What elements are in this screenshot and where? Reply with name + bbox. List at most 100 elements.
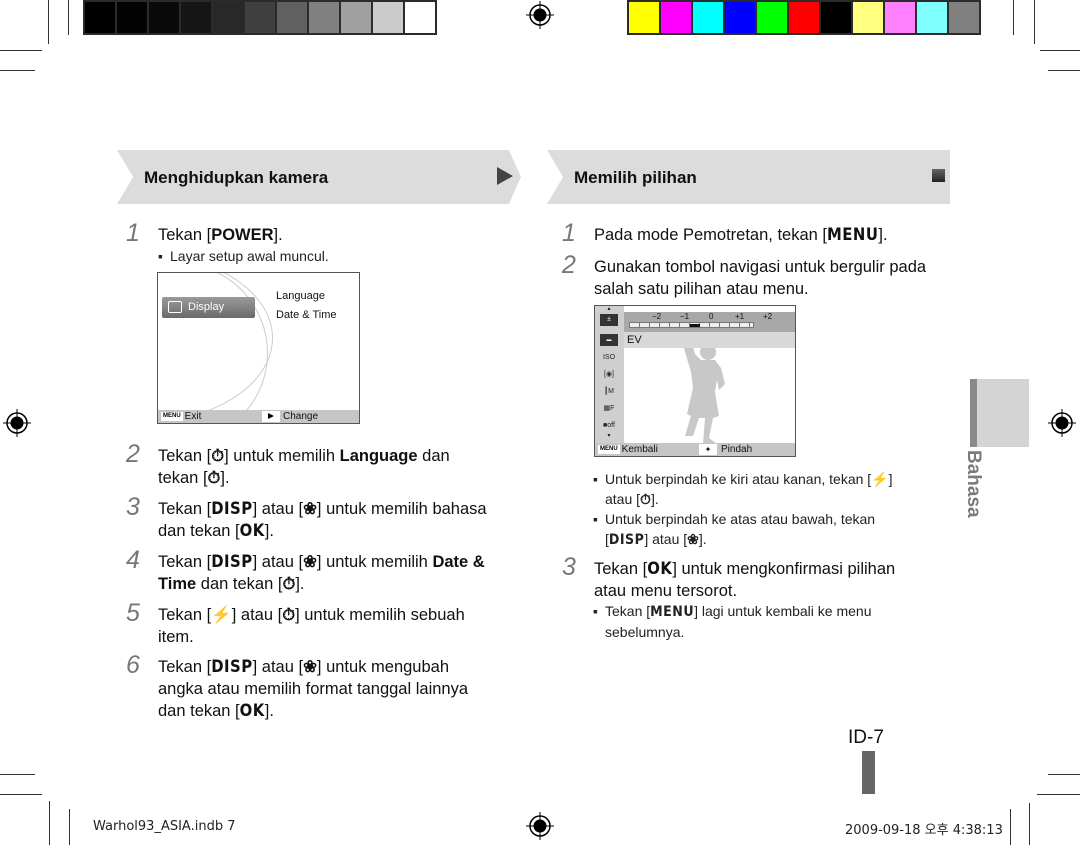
bullet-up-down: ▪ Untuk berpindah ke atas atau bawah, te…: [593, 509, 876, 550]
bullet-left-right: ▪ Untuk berpindah ke kiri atau kanan, te…: [593, 469, 893, 509]
registration-mark-icon: [1048, 409, 1076, 437]
section-header-memilih-pilihan: Memilih pilihan: [547, 150, 950, 204]
ev-icon[interactable]: ±: [600, 314, 618, 326]
step-number: 3: [562, 553, 576, 581]
step-text: Tekan [: [158, 500, 212, 518]
footer-change: Change: [283, 411, 319, 422]
step-number: 1: [126, 219, 140, 247]
self-timer-icon: ⏱: [282, 606, 296, 624]
display-monitor-icon: [168, 301, 182, 313]
crop-mark: [1048, 774, 1080, 775]
note-text: Tekan [: [605, 603, 651, 619]
grayscale-swatch: [405, 2, 435, 33]
self-timer-icon: ⏱: [282, 575, 296, 593]
ok-key: OK: [239, 521, 265, 540]
step-text: Tekan [: [158, 447, 212, 465]
step-text: Tekan [: [158, 606, 212, 624]
tick-label: −2: [652, 312, 662, 321]
page-marker-bar: [862, 751, 875, 794]
macro-flower-icon: ❀: [303, 553, 317, 571]
section-title: Memilih pilihan: [574, 168, 697, 187]
step-text: ] atau [: [252, 553, 304, 571]
note-text: sebelumnya.: [605, 624, 685, 640]
step-text: Tekan [: [158, 658, 212, 676]
ev-slider[interactable]: [629, 322, 754, 328]
ois-off-icon[interactable]: ■off: [600, 420, 618, 432]
footer-back: Kembali: [621, 444, 658, 455]
color-swatch: [757, 2, 787, 33]
color-swatch: [693, 2, 723, 33]
ev-scale-bar: −2 −1 0 +1 +2: [624, 312, 795, 332]
step-text: ] untuk memilih bahasa: [316, 500, 487, 518]
crop-mark: [1029, 803, 1030, 845]
menu-key-icon: MENU: [161, 412, 183, 421]
bullet: ▪: [158, 248, 163, 264]
menu-key: MENU: [826, 225, 879, 244]
crop-mark: [69, 809, 70, 845]
slug-datetime: 2009-09-18 오후 4:38:13: [845, 823, 1003, 838]
tab-label: Display: [188, 301, 225, 313]
note-text: Untuk berpindah ke atas atau bawah, teka…: [605, 511, 876, 527]
tick-label: +1: [735, 312, 745, 321]
step-text: salah satu pilihan atau menu.: [594, 280, 809, 298]
color-swatch: [661, 2, 691, 33]
chapter-tab-label: Bahasa: [963, 450, 984, 518]
language-term: Language: [339, 447, 418, 465]
step-number: 5: [126, 599, 140, 627]
metering-icon[interactable]: ┃M: [600, 386, 618, 398]
color-swatch: [629, 2, 659, 33]
note-text: ].: [650, 491, 659, 507]
crop-mark: [1048, 70, 1080, 71]
disp-key: DISP: [211, 499, 253, 518]
step-text: tekan [: [158, 469, 208, 487]
step-text: ] untuk memilih sebuah: [295, 606, 465, 624]
resolution-icon[interactable]: ▬: [600, 334, 618, 346]
slug-filename: Warhol93_ASIA.indb 7: [93, 819, 236, 834]
grayscale-swatch: [85, 2, 115, 33]
crop-mark: [0, 774, 35, 775]
quality-fine-icon[interactable]: ▦F: [600, 403, 618, 415]
registration-mark-icon: [526, 812, 554, 840]
registration-mark-icon: [3, 409, 31, 437]
date-time-term: Date &: [432, 553, 485, 571]
ok-key: OK: [647, 559, 673, 578]
crop-mark: [1034, 0, 1035, 44]
step-text: ] untuk memilih: [316, 553, 433, 571]
right-step-2: 2 Gunakan tombol navigasi untuk bergulir…: [562, 253, 926, 300]
lcd-footer: MENU Exit Change: [158, 410, 359, 423]
footer-exit: Exit: [184, 411, 202, 422]
crop-mark: [1010, 809, 1011, 845]
menu-key-icon: MENU: [598, 445, 620, 454]
macro-flower-icon: ❀: [303, 500, 317, 518]
step-text: item.: [158, 628, 194, 646]
note-text: Layar setup awal muncul.: [170, 248, 329, 264]
display-tab: Display: [162, 297, 255, 318]
right-arrow-key-icon: [262, 411, 280, 422]
note-text: ].: [698, 531, 707, 547]
tick-label: 0: [709, 312, 714, 321]
step-text: dan tekan [: [196, 575, 283, 593]
crop-mark: [1013, 0, 1014, 35]
color-swatch: [917, 2, 947, 33]
step-number: 2: [126, 440, 140, 468]
grayscale-swatch: [245, 2, 275, 33]
macro-flower-icon: ❀: [303, 658, 317, 676]
step-text: dan tekan [: [158, 522, 240, 540]
decorative-arc: [158, 273, 273, 423]
crop-mark: [0, 794, 42, 795]
disp-key: DISP: [211, 657, 253, 676]
play-arrow-icon: [497, 167, 513, 185]
lcd-footer: MENU Kembali ✦ Pindah: [595, 443, 795, 456]
color-swatch: [725, 2, 755, 33]
color-swatch: [949, 2, 979, 33]
ev-slider-marker[interactable]: [689, 324, 700, 327]
step-text: ] untuk mengubah: [316, 658, 450, 676]
note-text: atau [: [605, 491, 641, 507]
face-detect-off-icon[interactable]: [◉]: [600, 369, 618, 381]
crop-mark: [1040, 50, 1080, 51]
step-number: 1: [562, 219, 576, 247]
iso-auto-icon[interactable]: ISO: [600, 352, 618, 364]
step-number: 2: [562, 251, 576, 279]
section-header-menghidupkan-kamera: Menghidupkan kamera: [117, 150, 521, 204]
step-2: 2 Tekan [⏱] untuk memilih Language dan t…: [126, 442, 450, 489]
